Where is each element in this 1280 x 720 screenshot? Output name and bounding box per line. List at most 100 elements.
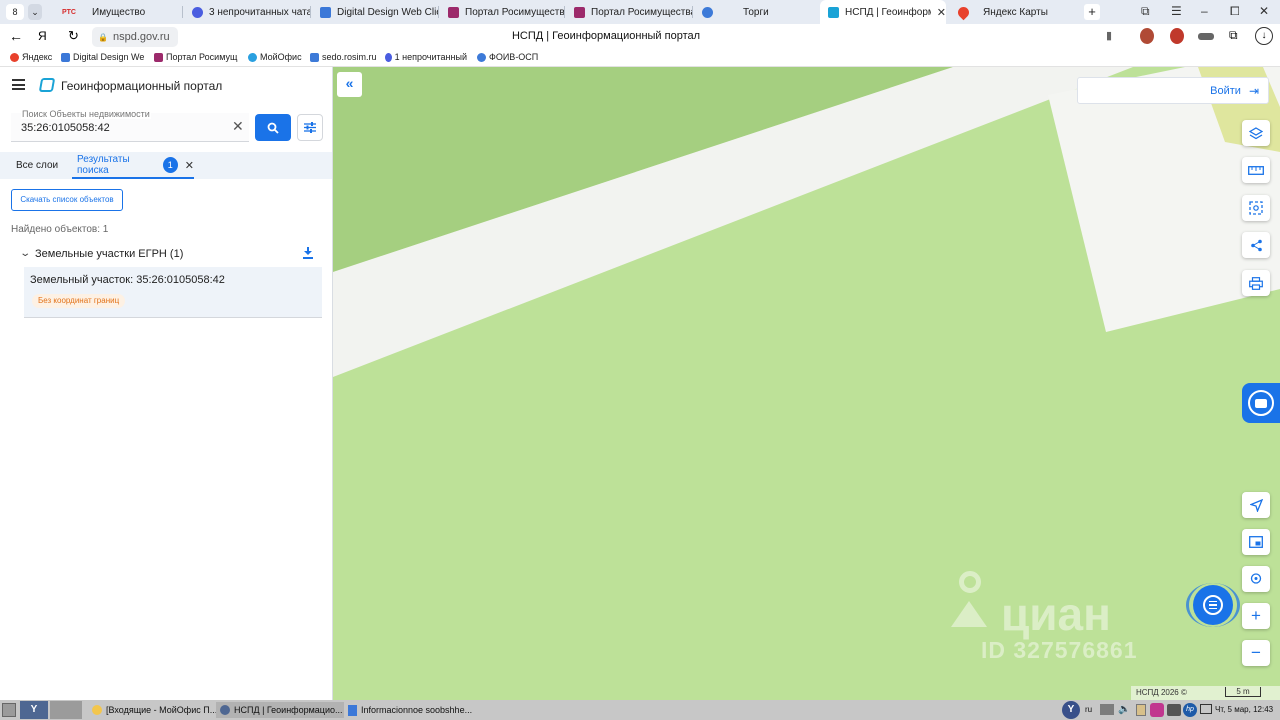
tab-torgi[interactable]: Торги	[694, 0, 818, 24]
select-area-button[interactable]	[1242, 195, 1270, 221]
reload-icon[interactable]: ↻	[68, 28, 79, 44]
search-sidebar: Геоинформационный портал Поиск Объекты н…	[0, 67, 333, 700]
app-tray-icon[interactable]	[1150, 703, 1164, 717]
tabs-dropdown-icon[interactable]: ⌄	[28, 4, 42, 20]
tab-chats[interactable]: 3 непрочитанных чата	[184, 0, 310, 24]
zoom-out-button[interactable]: −	[1242, 640, 1270, 666]
clipboard-tray-icon[interactable]	[1136, 704, 1146, 716]
geo-search-button[interactable]	[1242, 566, 1270, 592]
flag-favicon-icon	[574, 6, 585, 18]
extensions-icon[interactable]: ⧉	[1229, 28, 1238, 43]
bookmark-moyofis[interactable]: МойОфис	[248, 52, 302, 62]
language-indicator[interactable]: ru	[1085, 705, 1092, 714]
result-card[interactable]: Земельный участок: 35:26:0105058:42 Без …	[24, 267, 322, 318]
chat-bubble-button[interactable]	[1186, 583, 1240, 627]
url-field[interactable]: 🔒 nspd.gov.ru	[92, 27, 178, 47]
address-bar-row: ← Я ↻ 🔒 nspd.gov.ru НСПД | Геоинформацио…	[0, 24, 1280, 50]
tab-portal-rosim-2[interactable]: Портал Росимущества	[566, 0, 692, 24]
bookmark-portal-rosim[interactable]: Портал Росимущ	[154, 52, 240, 62]
download-group-icon[interactable]	[303, 247, 313, 259]
bookmark-unread[interactable]: 1 непрочитанный	[385, 52, 467, 62]
monitor-tray-icon[interactable]	[1200, 704, 1212, 714]
tab-digital-design[interactable]: Digital Design Web Clien	[312, 0, 438, 24]
tab-label: Имущество	[92, 6, 146, 18]
print-icon	[1249, 276, 1263, 290]
clock[interactable]: Чт, 5 мар, 12:43	[1215, 705, 1273, 714]
bookmark-digital-design[interactable]: Digital Design We	[61, 52, 145, 62]
extension-icon[interactable]	[1170, 28, 1184, 44]
taskbar-item-doc[interactable]: Informacionnoe soobshhe...	[344, 702, 472, 718]
bookmark-label: МойОфис	[260, 52, 302, 62]
tab-counter[interactable]: 8	[6, 4, 24, 20]
minimap-button[interactable]	[1242, 529, 1270, 555]
zoom-in-button[interactable]: +	[1242, 603, 1270, 629]
chevron-down-icon[interactable]: ⌄	[19, 248, 31, 259]
nspd-favicon-icon	[828, 6, 839, 18]
map-canvas[interactable]: « Войти ⇥ циан ID 327576861 НСПД 2026 © …	[333, 67, 1280, 700]
bookmark-icon[interactable]: ▮	[1106, 29, 1112, 42]
tab-nspd-active[interactable]: НСПД | Геоинформац ✕	[820, 0, 946, 24]
search-input[interactable]	[21, 122, 221, 134]
bookmark-label: Яндекс	[22, 52, 53, 62]
tab-portal-rosim-1[interactable]: Портал Росимущества	[440, 0, 564, 24]
tab-yandex-maps[interactable]: Яндекс Карты	[950, 0, 1078, 24]
select-area-icon	[1249, 201, 1263, 215]
filter-sliders-icon	[304, 122, 316, 133]
close-results-icon[interactable]: ✕	[185, 159, 194, 172]
share-button[interactable]	[1242, 232, 1270, 258]
feedback-tab-button[interactable]	[1242, 383, 1280, 423]
desktop-icon[interactable]	[50, 701, 82, 719]
download-list-button[interactable]: Скачать список объектов	[11, 189, 123, 211]
printer-tray-icon[interactable]	[1167, 704, 1181, 716]
login-label: Войти	[1210, 84, 1241, 97]
tab-search-results[interactable]: Результаты поиска 1 ✕	[72, 153, 194, 179]
login-button[interactable]: Войти ⇥	[1077, 77, 1269, 104]
yandex-browser-icon[interactable]: Y	[20, 701, 48, 719]
tabs-panel-icon[interactable]: ⧉	[1141, 4, 1150, 19]
close-window-icon[interactable]: ✕	[1259, 4, 1269, 18]
start-menu-icon[interactable]	[2, 703, 16, 717]
ruler-button[interactable]	[1242, 157, 1270, 183]
collapse-panel-button[interactable]: «	[337, 72, 362, 97]
search-icon	[267, 122, 279, 134]
ruler-icon	[1248, 165, 1264, 175]
print-button[interactable]	[1242, 270, 1270, 296]
restore-icon[interactable]: ⧠	[1230, 4, 1240, 19]
mail-app-icon	[92, 705, 102, 715]
tab-imushchestvo[interactable]: РТС Имущество	[54, 0, 182, 24]
taskbar-item-nspd[interactable]: НСПД | Геоинформацио...	[216, 702, 344, 718]
document-favicon-icon	[61, 52, 70, 62]
volume-tray-icon[interactable]: 🔈	[1118, 704, 1130, 715]
new-tab-icon[interactable]: +	[1084, 4, 1100, 20]
minimize-icon[interactable]: –	[1201, 4, 1208, 18]
extension-icon[interactable]	[1140, 28, 1154, 44]
os-taskbar: Y [Входящие - МойОфис П... НСПД | Геоинф…	[0, 700, 1280, 720]
document-favicon-icon	[320, 6, 331, 18]
hamburger-menu-icon[interactable]	[12, 79, 25, 90]
yandex-icon[interactable]: Я	[38, 29, 47, 43]
bookmark-yandex[interactable]: Яндекс	[10, 52, 52, 62]
downloads-icon[interactable]: ↓	[1255, 27, 1273, 45]
bookmark-foiv[interactable]: ФОИВ-ОСП	[477, 52, 538, 62]
taskbar-item-mail[interactable]: [Входящие - МойОфис П...	[88, 702, 216, 718]
filter-button[interactable]	[297, 114, 323, 141]
network-tray-icon[interactable]	[1100, 704, 1114, 715]
search-field[interactable]: Поиск Объекты недвижимости ✕	[11, 109, 249, 142]
back-icon[interactable]: ←	[9, 28, 23, 44]
locate-button[interactable]	[1242, 492, 1270, 518]
bookmark-sedo[interactable]: sedo.rosim.ru	[310, 52, 377, 62]
hp-tray-icon[interactable]: hp	[1183, 703, 1197, 717]
flag-favicon-icon	[448, 6, 459, 18]
bookmark-label: ФОИВ-ОСП	[489, 52, 539, 62]
layers-button[interactable]	[1242, 120, 1270, 146]
yandex-tray-icon[interactable]: Y	[1062, 701, 1080, 719]
extension-icon[interactable]	[1198, 33, 1214, 40]
group-title[interactable]: Земельные участки ЕГРН (1)	[35, 248, 183, 260]
search-button[interactable]	[255, 114, 291, 141]
found-count-text: Найдено объектов: 1	[11, 224, 109, 235]
tab-all-layers[interactable]: Все слои	[16, 160, 58, 171]
clear-search-icon[interactable]: ✕	[232, 118, 244, 135]
browser-tab-bar: 8 ⌄ РТС Имущество 3 непрочитанных чата D…	[0, 0, 1280, 24]
menu-icon[interactable]: ☰	[1171, 4, 1182, 18]
close-tab-icon[interactable]: ✕	[937, 6, 946, 19]
